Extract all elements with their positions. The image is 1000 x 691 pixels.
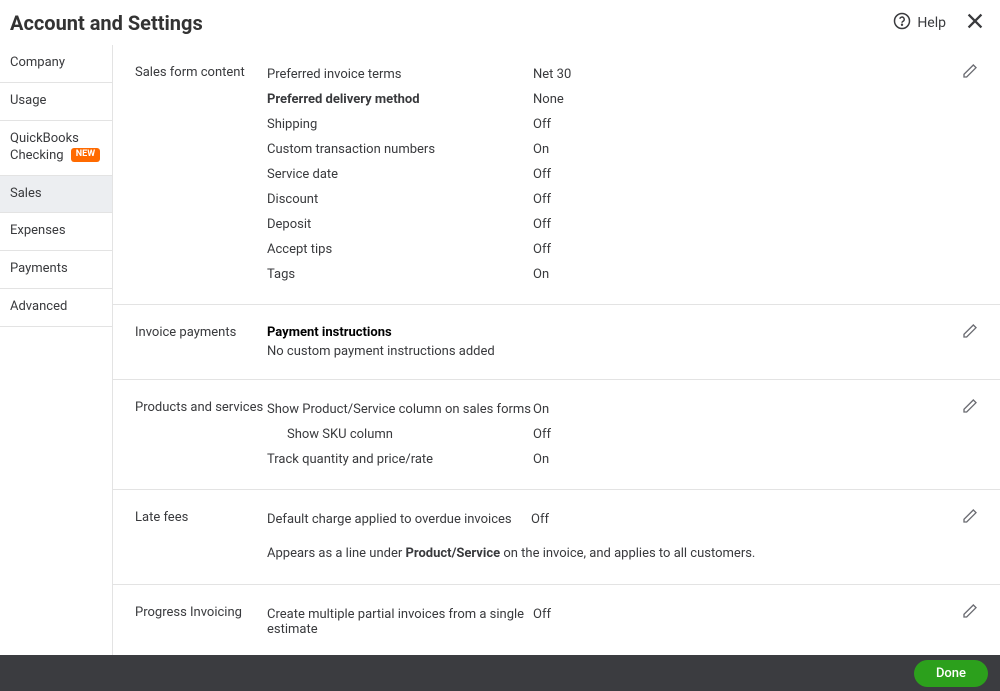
row-tags: Tags On bbox=[267, 265, 978, 284]
help-button[interactable]: Help bbox=[893, 12, 946, 34]
row-label: Deposit bbox=[267, 217, 533, 232]
help-icon bbox=[893, 12, 911, 34]
sidebar-item-advanced[interactable]: Advanced bbox=[0, 289, 112, 327]
section-late-fees: Late fees Default charge applied to over… bbox=[113, 490, 1000, 585]
row-label: Service date bbox=[267, 167, 533, 182]
section-sales-form-content: Sales form content Preferred invoice ter… bbox=[113, 45, 1000, 305]
section-body: Default charge applied to overdue invoic… bbox=[267, 510, 978, 564]
row-show-product-service-column: Show Product/Service column on sales for… bbox=[267, 400, 978, 419]
row-deposit: Deposit Off bbox=[267, 215, 978, 234]
sidebar-item-label: QuickBooks Checking bbox=[10, 131, 79, 163]
sidebar-item-label: Payments bbox=[10, 261, 68, 276]
sidebar-item-label: Advanced bbox=[10, 299, 67, 314]
row-value: On bbox=[533, 267, 549, 282]
section-body: Preferred invoice terms Net 30 Preferred… bbox=[267, 65, 978, 284]
section-title: Progress Invoicing bbox=[135, 605, 267, 639]
section-invoice-payments: Invoice payments Payment instructions No… bbox=[113, 305, 1000, 380]
edit-icon[interactable] bbox=[962, 63, 978, 83]
help-label: Help bbox=[917, 15, 946, 31]
sidebar-item-label: Company bbox=[10, 55, 65, 70]
header-right: Help bbox=[893, 10, 986, 36]
section-body: Show Product/Service column on sales for… bbox=[267, 400, 978, 469]
row-label: Preferred invoice terms bbox=[267, 67, 533, 82]
row-value: Off bbox=[533, 242, 551, 257]
row-preferred-delivery-method: Preferred delivery method None bbox=[267, 90, 978, 109]
section-products-and-services: Products and services Show Product/Servi… bbox=[113, 380, 1000, 490]
row-create-partial-invoices: Create multiple partial invoices from a … bbox=[267, 605, 978, 639]
row-shipping: Shipping Off bbox=[267, 115, 978, 134]
row-custom-transaction-numbers: Custom transaction numbers On bbox=[267, 140, 978, 159]
row-value: On bbox=[533, 452, 549, 467]
sidebar-item-quickbooks-checking[interactable]: QuickBooks Checking NEW bbox=[0, 121, 112, 176]
row-service-date: Service date Off bbox=[267, 165, 978, 184]
row-label: Tags bbox=[267, 267, 533, 282]
row-label: Preferred delivery method bbox=[267, 92, 533, 107]
sidebar-item-usage[interactable]: Usage bbox=[0, 83, 112, 121]
section-progress-invoicing: Progress Invoicing Create multiple parti… bbox=[113, 585, 1000, 660]
section-title: Invoice payments bbox=[135, 325, 267, 359]
header: Account and Settings Help bbox=[0, 0, 1000, 45]
row-discount: Discount Off bbox=[267, 190, 978, 209]
row-label: Create multiple partial invoices from a … bbox=[267, 607, 533, 637]
footer: Done bbox=[0, 655, 1000, 691]
sidebar-item-label: Sales bbox=[10, 186, 42, 201]
late-fees-note: Appears as a line under Product/Service … bbox=[267, 545, 787, 564]
section-title: Products and services bbox=[135, 400, 267, 469]
row-value: Off bbox=[533, 427, 551, 442]
row-label: Default charge applied to overdue invoic… bbox=[267, 512, 531, 527]
page-title: Account and Settings bbox=[10, 11, 203, 35]
payment-instructions-sub: No custom payment instructions added bbox=[267, 344, 978, 359]
row-label: Show SKU column bbox=[267, 427, 533, 442]
close-icon[interactable] bbox=[964, 10, 986, 36]
note-prefix: Appears as a line under bbox=[267, 546, 406, 561]
row-track-quantity-price-rate: Track quantity and price/rate On bbox=[267, 450, 978, 469]
row-value: On bbox=[533, 142, 549, 157]
sidebar-item-expenses[interactable]: Expenses bbox=[0, 213, 112, 251]
note-bold: Product/Service bbox=[406, 546, 501, 561]
sidebar: Company Usage QuickBooks Checking NEW Sa… bbox=[0, 45, 113, 665]
row-value: Off bbox=[533, 217, 551, 232]
row-label: Accept tips bbox=[267, 242, 533, 257]
note-suffix: on the invoice, and applies to all custo… bbox=[500, 546, 755, 561]
body-area: Company Usage QuickBooks Checking NEW Sa… bbox=[0, 45, 1000, 665]
new-badge: NEW bbox=[71, 148, 100, 162]
row-value: Net 30 bbox=[533, 67, 571, 82]
row-value: Off bbox=[531, 512, 549, 527]
sidebar-item-label: Expenses bbox=[10, 223, 66, 238]
row-value: Off bbox=[533, 167, 551, 182]
section-title: Sales form content bbox=[135, 65, 267, 284]
row-value: Off bbox=[533, 192, 551, 207]
content-scroll[interactable]: Sales form content Preferred invoice ter… bbox=[113, 45, 1000, 665]
row-label: Show Product/Service column on sales for… bbox=[267, 402, 533, 417]
edit-icon[interactable] bbox=[962, 398, 978, 418]
sidebar-item-company[interactable]: Company bbox=[0, 45, 112, 83]
row-accept-tips: Accept tips Off bbox=[267, 240, 978, 259]
sidebar-item-sales[interactable]: Sales bbox=[0, 176, 112, 214]
row-label: Custom transaction numbers bbox=[267, 142, 533, 157]
row-value: None bbox=[533, 92, 564, 107]
section-body: Payment instructions No custom payment i… bbox=[267, 325, 978, 359]
sidebar-item-label: Usage bbox=[10, 93, 46, 108]
edit-icon[interactable] bbox=[962, 323, 978, 343]
edit-icon[interactable] bbox=[962, 603, 978, 623]
row-label: Track quantity and price/rate bbox=[267, 452, 533, 467]
row-value: On bbox=[533, 402, 549, 417]
row-show-sku-column: Show SKU column Off bbox=[267, 425, 978, 444]
row-label: Discount bbox=[267, 192, 533, 207]
edit-icon[interactable] bbox=[962, 508, 978, 528]
section-title: Late fees bbox=[135, 510, 267, 564]
row-default-charge-overdue: Default charge applied to overdue invoic… bbox=[267, 510, 978, 529]
row-value: Off bbox=[533, 607, 551, 637]
sidebar-item-payments[interactable]: Payments bbox=[0, 251, 112, 289]
row-value: Off bbox=[533, 117, 551, 132]
payment-instructions-heading: Payment instructions bbox=[267, 325, 533, 340]
row-label: Shipping bbox=[267, 117, 533, 132]
done-button[interactable]: Done bbox=[914, 660, 988, 687]
section-body: Create multiple partial invoices from a … bbox=[267, 605, 978, 639]
row-preferred-invoice-terms: Preferred invoice terms Net 30 bbox=[267, 65, 978, 84]
